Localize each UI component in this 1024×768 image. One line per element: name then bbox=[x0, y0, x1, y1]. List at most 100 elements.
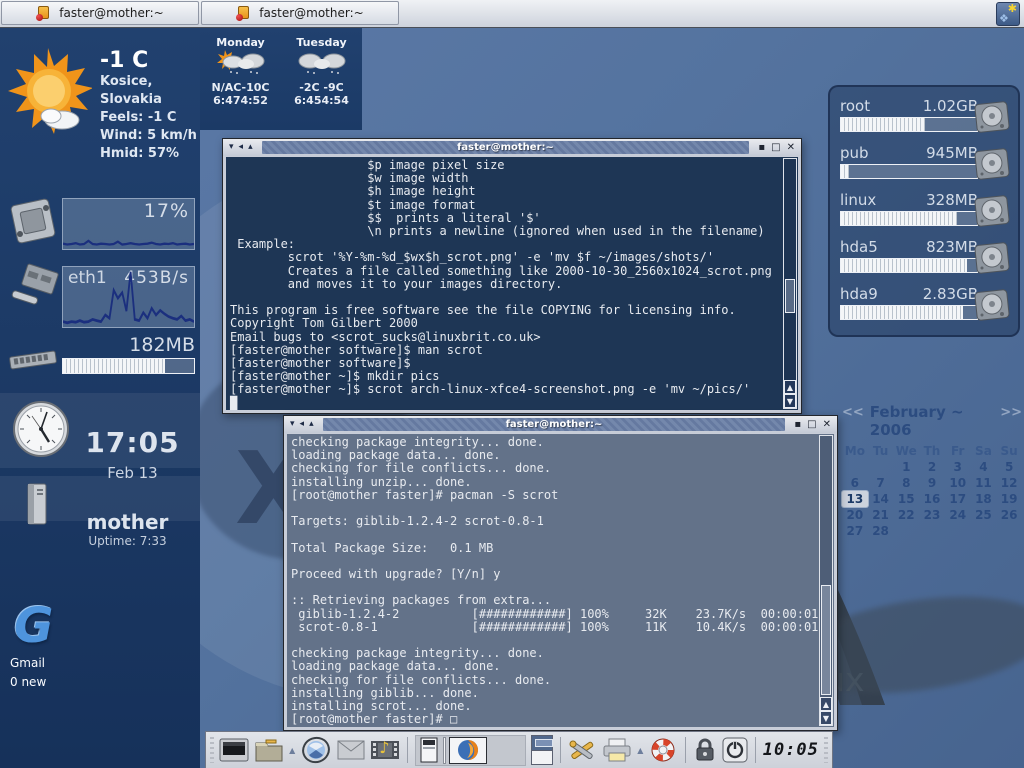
settings-icon[interactable] bbox=[567, 736, 597, 764]
calendar-date[interactable]: 11 bbox=[971, 475, 997, 491]
calendar-date[interactable]: 14 bbox=[868, 491, 894, 507]
calendar-date[interactable]: 28 bbox=[868, 523, 894, 539]
terminal-launcher-icon[interactable] bbox=[219, 737, 249, 763]
terminal2-scrollbar[interactable]: ▲ ▼ bbox=[819, 435, 833, 726]
workspace-pager[interactable] bbox=[531, 735, 552, 765]
calendar-date[interactable]: 9 bbox=[919, 475, 945, 491]
calendar-date[interactable]: 12 bbox=[996, 475, 1022, 491]
terminal2-titlebar[interactable]: ▾ ◂ ▴ faster@mother:~ ▪ □ ✕ bbox=[284, 416, 837, 433]
hard-drive-icon[interactable] bbox=[974, 289, 1010, 325]
calendar-date[interactable]: 26 bbox=[996, 507, 1022, 523]
file-manager-icon[interactable] bbox=[254, 737, 284, 763]
calendar-date[interactable]: 15 bbox=[893, 491, 919, 507]
stick-icon[interactable]: ◂ bbox=[300, 417, 305, 432]
calendar-date[interactable]: 8 bbox=[893, 475, 919, 491]
minimize-icon[interactable]: ▪ bbox=[758, 140, 765, 155]
hard-drive-icon[interactable] bbox=[974, 195, 1010, 231]
scroll-down-icon[interactable]: ▼ bbox=[820, 711, 832, 725]
terminal-window-2[interactable]: ▾ ◂ ▴ faster@mother:~ ▪ □ ✕ checking pac… bbox=[283, 415, 838, 731]
taskbar-window-button-2[interactable]: faster@mother:~ bbox=[201, 1, 399, 25]
calendar-day-header: Th bbox=[919, 443, 945, 459]
calendar-date[interactable]: 27 bbox=[842, 523, 868, 539]
calendar-date[interactable]: 7 bbox=[868, 475, 894, 491]
gmail-icon[interactable]: G bbox=[14, 598, 53, 654]
calendar-date bbox=[842, 459, 868, 475]
maximize-icon[interactable]: □ bbox=[807, 417, 816, 432]
calendar-date[interactable]: 18 bbox=[971, 491, 997, 507]
calendar-date[interactable]: 2 bbox=[919, 459, 945, 475]
calendar-date[interactable]: 10 bbox=[945, 475, 971, 491]
calendar-date[interactable]: 3 bbox=[945, 459, 971, 475]
taskbar-window-button-1[interactable]: faster@mother:~ bbox=[1, 1, 199, 25]
panel-grip[interactable] bbox=[824, 737, 828, 763]
eject-icon[interactable]: ▴ bbox=[309, 417, 314, 432]
lock-screen-icon[interactable] bbox=[693, 737, 717, 763]
shade-icon[interactable]: ▾ bbox=[229, 140, 234, 155]
maximize-icon[interactable]: □ bbox=[771, 140, 780, 155]
calendar-date[interactable]: 22 bbox=[893, 507, 919, 523]
scroll-up-icon[interactable]: ▲ bbox=[820, 697, 832, 711]
terminal1-body[interactable]: $p image pixel size $w image width $h im… bbox=[226, 157, 798, 410]
terminal1-scrollbar[interactable]: ▲ ▼ bbox=[783, 158, 797, 409]
disk-usage-bar bbox=[840, 305, 978, 320]
workspace-2[interactable] bbox=[532, 750, 551, 765]
ram-bar-fill bbox=[63, 359, 165, 373]
disk-usage-bar bbox=[840, 117, 978, 132]
mail-icon[interactable] bbox=[337, 740, 365, 760]
calendar-date[interactable]: 24 bbox=[945, 507, 971, 523]
calendar-prev-button[interactable]: << bbox=[842, 403, 864, 439]
scrollbar-thumb[interactable] bbox=[785, 279, 795, 313]
calendar-next-button[interactable]: >> bbox=[1000, 403, 1022, 439]
firefox-task-button[interactable] bbox=[449, 737, 487, 764]
calendar-date[interactable]: 1 bbox=[893, 459, 919, 475]
calendar-date[interactable]: 19 bbox=[996, 491, 1022, 507]
hard-drive-icon[interactable] bbox=[974, 148, 1010, 184]
calendar-date[interactable]: 21 bbox=[868, 507, 894, 523]
scrollbar-thumb[interactable] bbox=[821, 585, 831, 695]
web-browser-icon[interactable] bbox=[300, 735, 332, 765]
panel-tasklist bbox=[415, 735, 526, 766]
hard-drive-icon[interactable] bbox=[974, 101, 1010, 137]
bottom-panel: ▲ ♪ bbox=[205, 731, 833, 768]
package-icon bbox=[236, 6, 251, 21]
calendar-date[interactable]: 23 bbox=[919, 507, 945, 523]
launcher-popup-arrow-icon[interactable]: ▲ bbox=[289, 746, 295, 755]
media-player-icon[interactable]: ♪ bbox=[370, 737, 400, 763]
scroll-down-icon[interactable]: ▼ bbox=[784, 394, 796, 408]
terminal2-body[interactable]: checking package integrity... done. load… bbox=[287, 434, 834, 727]
calendar-date[interactable]: 17 bbox=[945, 491, 971, 507]
forecast-temps: N/AC-10C bbox=[205, 81, 277, 94]
panel-clock: 10:05 bbox=[763, 740, 819, 760]
weather-wind: Wind: 5 km/h bbox=[100, 127, 200, 145]
calendar-date[interactable]: 16 bbox=[919, 491, 945, 507]
calendar-date[interactable]: 5 bbox=[996, 459, 1022, 475]
calendar-date[interactable]: 20 bbox=[842, 507, 868, 523]
close-icon[interactable]: ✕ bbox=[787, 140, 795, 155]
calendar-date[interactable]: 25 bbox=[971, 507, 997, 523]
panel-grip[interactable] bbox=[210, 737, 214, 763]
firefox-icon bbox=[456, 738, 480, 762]
terminal1-titlebar[interactable]: ▾ ◂ ▴ faster@mother:~ ▪ □ ✕ bbox=[223, 139, 801, 156]
close-icon[interactable]: ✕ bbox=[823, 417, 831, 432]
stick-icon[interactable]: ◂ bbox=[239, 140, 244, 155]
shade-icon[interactable]: ▾ bbox=[290, 417, 295, 432]
host-name: mother bbox=[60, 510, 195, 534]
hard-drive-icon[interactable] bbox=[974, 242, 1010, 278]
terminal-window-1[interactable]: ▾ ◂ ▴ faster@mother:~ ▪ □ ✕ $p image pix… bbox=[222, 138, 802, 414]
calendar-title: February ~ 2006 bbox=[870, 403, 994, 439]
workspace-1[interactable] bbox=[532, 736, 551, 750]
help-icon[interactable] bbox=[648, 735, 678, 765]
calendar-selected-date[interactable]: 13 bbox=[842, 491, 868, 507]
terminal-task-icon[interactable] bbox=[418, 737, 440, 763]
scroll-up-icon[interactable]: ▲ bbox=[784, 380, 796, 394]
disk-row: pub945MB bbox=[840, 144, 1010, 191]
workspace-applet-icon[interactable]: ✱ ❖ bbox=[996, 2, 1020, 26]
calendar-date[interactable]: 6 bbox=[842, 475, 868, 491]
disk-usage-bar bbox=[840, 258, 978, 273]
eject-icon[interactable]: ▴ bbox=[248, 140, 253, 155]
launcher-popup-arrow-icon[interactable]: ▲ bbox=[637, 746, 643, 755]
minimize-icon[interactable]: ▪ bbox=[794, 417, 801, 432]
quit-icon[interactable] bbox=[722, 737, 748, 763]
printer-icon[interactable] bbox=[602, 737, 632, 763]
calendar-date[interactable]: 4 bbox=[971, 459, 997, 475]
